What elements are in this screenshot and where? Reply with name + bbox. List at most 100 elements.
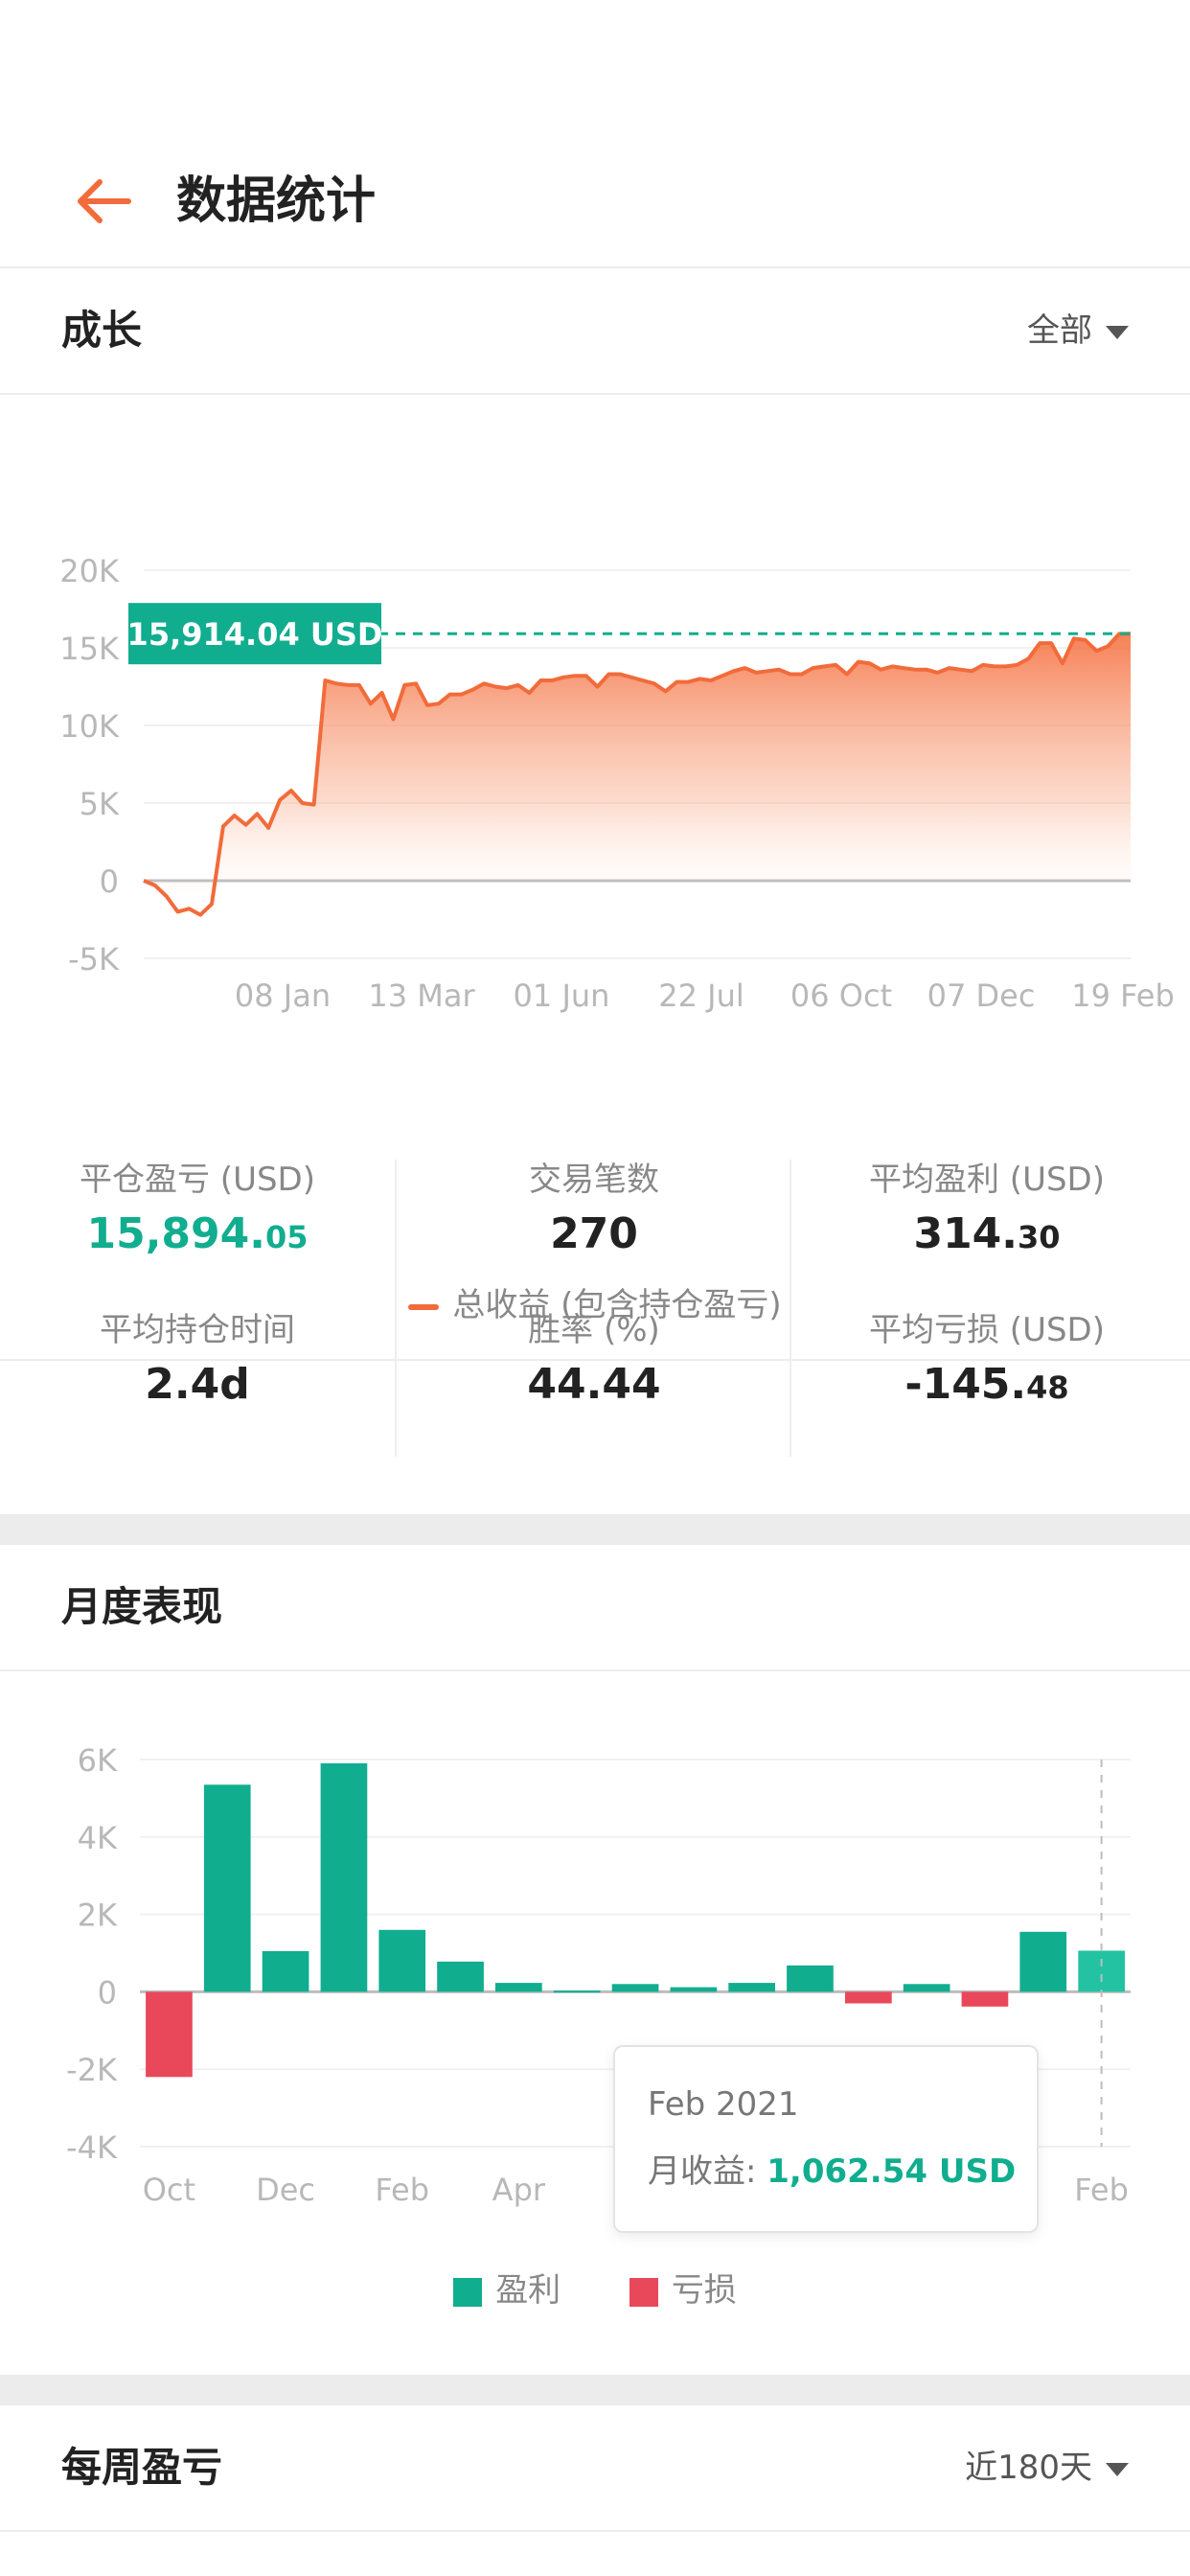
weekly-title: 每周盈亏 <box>61 2444 223 2491</box>
y-tick-label: 20K <box>59 553 120 589</box>
stat-avg-hold-time: 平均持仓时间 2.4d <box>54 1308 341 1414</box>
weekly-range-dropdown[interactable]: 近180天 <box>965 2405 1129 2530</box>
x-tick-label: 01 Jun <box>514 978 610 1014</box>
current-value-label: 15,914.04 USD <box>127 616 383 653</box>
stat-value: 270 <box>550 1209 638 1258</box>
legend-loss: 亏损 <box>671 2271 737 2310</box>
stat-label: 平均亏损 (USD) <box>869 1311 1105 1349</box>
loss-swatch-icon <box>629 2277 658 2307</box>
x-tick-label: Apr <box>492 2172 546 2208</box>
stat-value-dec: 30 <box>1018 1219 1061 1255</box>
tooltip-date: Feb 2021 <box>648 2085 799 2124</box>
x-tick-label: Oct <box>143 2172 195 2208</box>
x-tick-label: 22 Jul <box>658 978 744 1014</box>
x-tick-label: 06 Oct <box>790 978 892 1014</box>
stat-avg-profit: 平均盈利 (USD) 314.30 <box>843 1158 1131 1266</box>
y-tick-label: 15K <box>59 631 120 667</box>
bar-sep <box>787 1965 834 1992</box>
legend-line-icon <box>408 1303 440 1310</box>
bar-nov <box>903 1984 950 1992</box>
bar-dec <box>961 1991 1009 2007</box>
back-button[interactable] <box>67 163 144 240</box>
y-tick-label: 6K <box>78 1742 118 1779</box>
bar-nov <box>203 1784 251 1992</box>
monthly-section: 月度表现 6K4K2K0-2K-4KOctDecFebAprJFeb Feb 2… <box>0 1545 1190 2375</box>
weekly-range-label: 近180天 <box>965 2449 1092 2487</box>
bar-feb <box>378 1929 426 1992</box>
x-tick-label: Feb <box>1074 2172 1129 2208</box>
bar-oct <box>146 1991 193 2078</box>
y-tick-label: 5K <box>80 786 120 822</box>
stat-value-dec: 05 <box>264 1219 309 1255</box>
weekly-section: 每周盈亏 近180天 <box>0 2405 1190 2576</box>
x-tick-label: 19 Feb <box>1071 978 1175 1014</box>
stat-label: 平均盈利 (USD) <box>869 1161 1105 1199</box>
y-tick-label: -5K <box>68 941 120 978</box>
stat-label: 胜率 (%) <box>528 1311 660 1349</box>
y-tick-label: -2K <box>66 2052 118 2088</box>
stat-value: 44.44 <box>527 1360 661 1409</box>
stat-value-int: -145. <box>904 1360 1027 1409</box>
series-area <box>144 633 1131 915</box>
stat-value: 314.30 <box>843 1206 1131 1266</box>
weekly-header: 每周盈亏 近180天 <box>0 2405 1190 2532</box>
caret-down-icon <box>1106 2462 1129 2476</box>
page-title: 数据统计 <box>176 172 377 230</box>
x-tick-label: 07 Dec <box>927 978 1036 1014</box>
x-tick-label: 08 Jan <box>235 978 331 1014</box>
bar-jan <box>1019 1931 1067 1992</box>
stat-trade-count: 交易笔数 270 <box>450 1158 738 1263</box>
bar-jan <box>320 1763 368 1992</box>
chart-tooltip: Feb 2021 月收益: 1,062.54 USD <box>613 2045 1039 2233</box>
growth-range-label: 全部 <box>1027 311 1092 350</box>
bar-apr <box>495 1983 542 1992</box>
bar-feb <box>1078 1950 1125 1992</box>
y-tick-label: 2K <box>78 1898 118 1934</box>
growth-header: 成长 全部 <box>0 268 1190 395</box>
growth-range-dropdown[interactable]: 全部 <box>1027 268 1129 393</box>
y-tick-label: 0 <box>98 1974 117 2011</box>
stat-avg-loss: 平均亏损 (USD) -145.48 <box>843 1308 1131 1416</box>
bar-may <box>553 1990 601 1993</box>
stat-value: -145.48 <box>843 1356 1131 1416</box>
stat-closed-pnl: 平仓盈亏 (USD) 15,894.05 <box>54 1158 341 1266</box>
growth-title: 成长 <box>61 307 143 354</box>
monthly-title: 月度表现 <box>61 1583 223 1630</box>
tooltip-label: 月收益: <box>648 2152 767 2191</box>
stat-divider <box>395 1160 397 1457</box>
stat-value-dec: 48 <box>1026 1369 1069 1406</box>
monthly-header: 月度表现 <box>0 1545 1190 1671</box>
stat-value: 2.4d <box>145 1360 250 1409</box>
bar-mar <box>437 1961 484 1992</box>
stat-value: 15,894.05 <box>54 1206 341 1266</box>
y-tick-label: -4K <box>66 2129 118 2166</box>
stat-divider <box>790 1160 791 1457</box>
stat-value-int: 15,894. <box>86 1209 265 1258</box>
stat-win-rate: 胜率 (%) 44.44 <box>450 1308 738 1414</box>
x-tick-label: Feb <box>375 2172 429 2208</box>
profit-swatch-icon <box>453 2277 483 2307</box>
y-tick-label: 0 <box>100 863 119 900</box>
top-nav-bar: 数据统计 <box>0 125 1190 268</box>
growth-chart: 20K 15K 10K 5K 0 -5K 08 Jan 13 Mar 01 Jun 22 Jul 0… <box>59 553 1175 1014</box>
caret-down-icon <box>1106 325 1129 339</box>
status-bar <box>0 0 1190 125</box>
stat-label: 平仓盈亏 (USD) <box>80 1161 315 1199</box>
tooltip-value: 1,062.54 USD <box>767 2152 1017 2191</box>
stat-label: 交易笔数 <box>529 1161 659 1199</box>
bar-aug <box>728 1983 775 1992</box>
legend-profit: 盈利 <box>495 2271 561 2310</box>
back-arrow-icon <box>78 179 131 223</box>
stat-value-int: 314. <box>913 1209 1018 1258</box>
y-tick-label: 10K <box>59 708 120 745</box>
monthly-legend: 盈利 亏损 <box>0 2264 1190 2311</box>
bar-jul <box>670 1987 718 1992</box>
x-tick-label: Dec <box>256 2172 315 2208</box>
y-tick-label: 4K <box>78 1820 118 1856</box>
bar-jun <box>611 1984 659 1992</box>
bar-oct <box>845 1991 892 2004</box>
stat-label: 平均持仓时间 <box>100 1311 295 1349</box>
x-tick-label: 13 Mar <box>368 978 475 1014</box>
tooltip-monthly-pnl: 月收益: 1,062.54 USD <box>648 2145 1016 2192</box>
bar-dec <box>262 1951 309 1992</box>
